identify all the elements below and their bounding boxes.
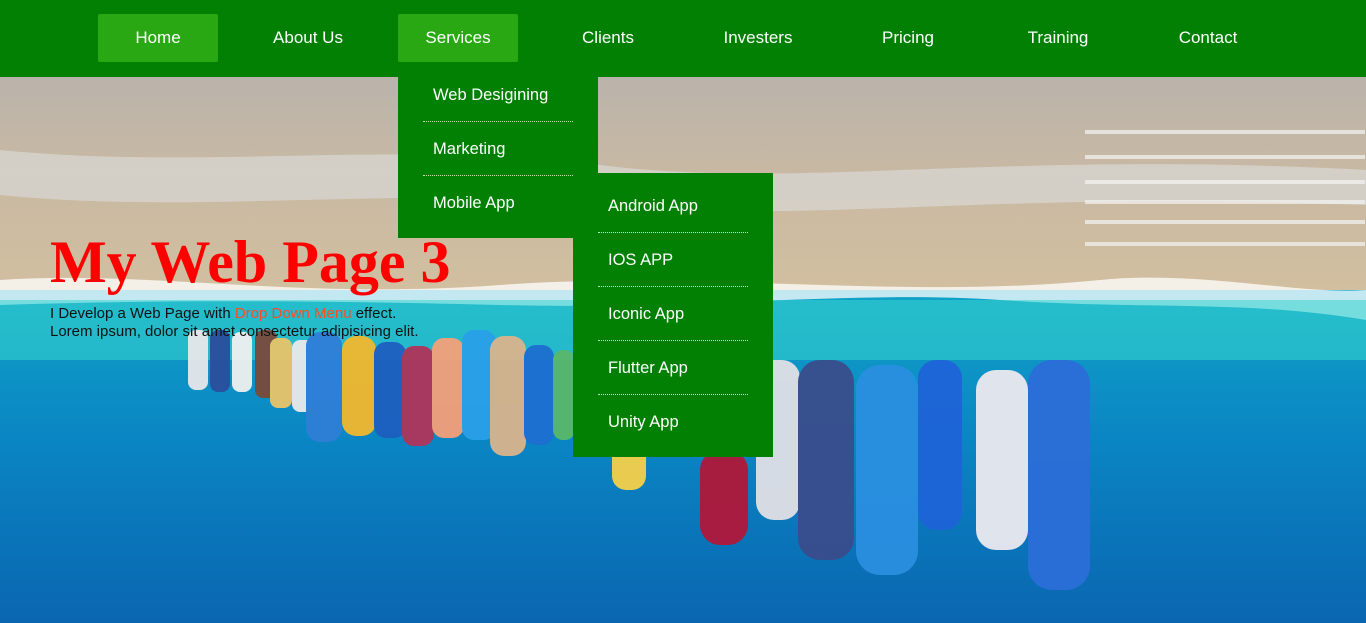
main-navbar: Home About Us Services Clients Investers…	[0, 0, 1366, 77]
services-dropdown: Web Desigining Marketing Mobile App	[398, 68, 598, 238]
nav-about-us[interactable]: About Us	[248, 14, 368, 62]
menu-item-mobile-app[interactable]: Mobile App	[423, 176, 573, 230]
submenu-item-flutter-app[interactable]: Flutter App	[598, 341, 748, 395]
nav-services[interactable]: Services	[398, 14, 518, 62]
menu-item-marketing[interactable]: Marketing	[423, 122, 573, 176]
nav-clients[interactable]: Clients	[548, 14, 668, 62]
nav-investers[interactable]: Investers	[698, 14, 818, 62]
nav-training[interactable]: Training	[998, 14, 1118, 62]
submenu-item-unity-app[interactable]: Unity App	[598, 395, 748, 449]
menu-item-web-designing[interactable]: Web Desigining	[423, 68, 573, 122]
hero-description: I Develop a Web Page with Drop Down Menu…	[50, 305, 430, 341]
submenu-item-ios-app[interactable]: IOS APP	[598, 233, 748, 287]
nav-home[interactable]: Home	[98, 14, 218, 62]
page-title: My Web Page 3	[50, 229, 451, 295]
submenu-item-iconic-app[interactable]: Iconic App	[598, 287, 748, 341]
mobile-app-submenu: Android App IOS APP Iconic App Flutter A…	[573, 173, 773, 457]
submenu-item-android-app[interactable]: Android App	[598, 179, 748, 233]
hero-text-before: I Develop a Web Page with	[50, 305, 235, 322]
nav-contact[interactable]: Contact	[1148, 14, 1268, 62]
nav-pricing[interactable]: Pricing	[848, 14, 968, 62]
hero-highlight: Drop Down Menu	[234, 305, 352, 322]
